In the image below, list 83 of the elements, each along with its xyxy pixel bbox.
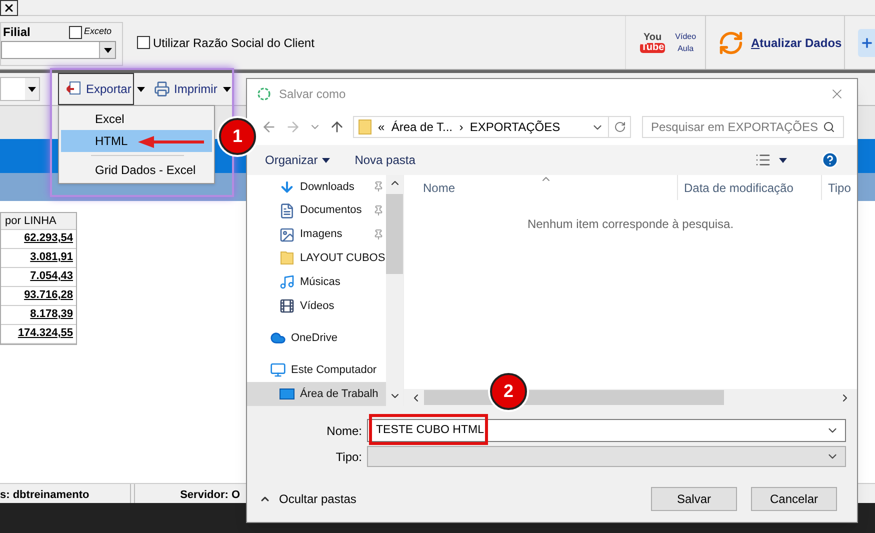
filename-field[interactable]: TESTE CUBO HTML — [376, 422, 826, 440]
nav-item[interactable]: OneDrive — [247, 326, 386, 350]
forward-arrow-icon — [285, 119, 301, 135]
music-icon — [279, 274, 295, 290]
caret-icon — [322, 158, 330, 162]
nav-item[interactable]: Área de Trabalh — [247, 382, 386, 406]
table-cell: 174.324,55 — [1, 325, 76, 344]
cloud-icon — [270, 330, 286, 346]
save-button[interactable]: Salvar — [651, 487, 737, 511]
dialog-title: Salvar como — [279, 86, 346, 103]
close-button[interactable] — [0, 0, 18, 16]
menu-item[interactable]: Excel — [61, 108, 212, 130]
nav-item[interactable]: LAYOUT CUBOS — [247, 246, 386, 270]
nav-item[interactable]: Este Computador — [247, 358, 386, 382]
caret-icon — [779, 158, 787, 162]
close-icon — [3, 2, 15, 14]
table-cell: 93.716,28 — [1, 287, 76, 306]
monitor-icon — [270, 362, 286, 378]
step-badge: 2 — [490, 373, 527, 410]
menu-item[interactable]: HTML — [61, 130, 212, 152]
organize-button[interactable]: Organizar — [265, 151, 330, 169]
hide-folders-button[interactable]: Ocultar pastas — [259, 490, 356, 508]
view-options-button[interactable] — [755, 152, 787, 168]
menu-item[interactable]: Grid Dados - Excel — [61, 159, 212, 181]
step-badge: 1 — [219, 118, 256, 155]
image-icon — [279, 226, 295, 243]
filename-combobox[interactable]: TESTE CUBO HTML — [367, 419, 846, 442]
add-button[interactable] — [858, 28, 875, 56]
dropdown-arrow-icon — [137, 86, 145, 92]
back-button[interactable] — [261, 119, 277, 135]
filter-label: Filial — [2, 24, 32, 41]
table-cell: 3.081,91 — [1, 249, 76, 268]
plus-icon — [860, 36, 874, 50]
refresh-icon — [614, 121, 626, 133]
export-icon — [66, 81, 82, 97]
empty-message: Nenhum item corresponde à pesquisa. — [527, 216, 734, 231]
checkbox-label: Exceto — [84, 25, 112, 38]
printer-icon — [154, 81, 170, 97]
help-icon — [821, 151, 839, 169]
search-icon — [823, 121, 835, 133]
column-header[interactable]: Data de modificação — [678, 175, 822, 200]
new-folder-button[interactable]: Nova pasta — [354, 151, 416, 169]
help-button[interactable] — [821, 151, 839, 169]
search-field[interactable]: Pesquisar em EXPORTAÇÕES — [642, 116, 844, 138]
nav-item[interactable]: Músicas — [247, 270, 386, 294]
list-view-icon — [755, 152, 771, 168]
download-icon — [279, 178, 295, 195]
film-icon — [279, 298, 295, 314]
field-label: Tipo: — [334, 448, 363, 466]
checkbox-label: Utilizar Razão Social do Client — [153, 34, 314, 52]
checkbox[interactable] — [69, 26, 82, 38]
nav-item[interactable]: Vídeos — [247, 294, 386, 318]
document-icon — [279, 202, 295, 219]
refresh-data-button[interactable]: Atualizar Dados — [705, 16, 845, 69]
table-cell: 7.054,43 — [1, 268, 76, 287]
refresh-icon — [718, 30, 744, 56]
up-button[interactable] — [329, 119, 345, 135]
field-label: Nome: — [326, 422, 363, 440]
arrow-annotation — [138, 136, 204, 148]
print-button[interactable]: Imprimir — [150, 73, 222, 105]
youtube-logo: You Tube — [640, 32, 666, 52]
video-lesson-button[interactable]: You Tube Vídeo Aula — [625, 16, 705, 69]
back-arrow-icon — [261, 119, 277, 135]
cancel-button[interactable]: Cancelar — [751, 487, 837, 511]
table-cell: 62.293,54 — [1, 230, 76, 249]
folder-icon — [279, 250, 295, 266]
dropdown-arrow-icon — [28, 86, 36, 92]
scrollbar-thumb[interactable] — [386, 194, 403, 274]
export-button[interactable]: Exportar — [58, 73, 134, 105]
checkbox[interactable] — [137, 36, 150, 49]
app-icon — [257, 87, 271, 101]
toolbar-combobox[interactable] — [0, 77, 40, 101]
dropdown-arrow-icon — [223, 86, 232, 92]
nav-item[interactable]: Downloads — [247, 175, 386, 199]
nav-item[interactable]: Documentos — [247, 198, 386, 223]
folder-icon — [358, 119, 372, 135]
table-cell: 8.178,39 — [1, 306, 76, 325]
nav-item[interactable]: Imagens — [247, 222, 386, 246]
desktop-icon — [279, 386, 295, 402]
address-bar[interactable]: « Área de T... › EXPORTAÇÕES — [353, 116, 631, 138]
column-header[interactable]: Nome — [404, 175, 678, 200]
column-header[interactable]: Tipo — [822, 175, 851, 200]
dropdown-arrow-icon — [104, 48, 112, 52]
